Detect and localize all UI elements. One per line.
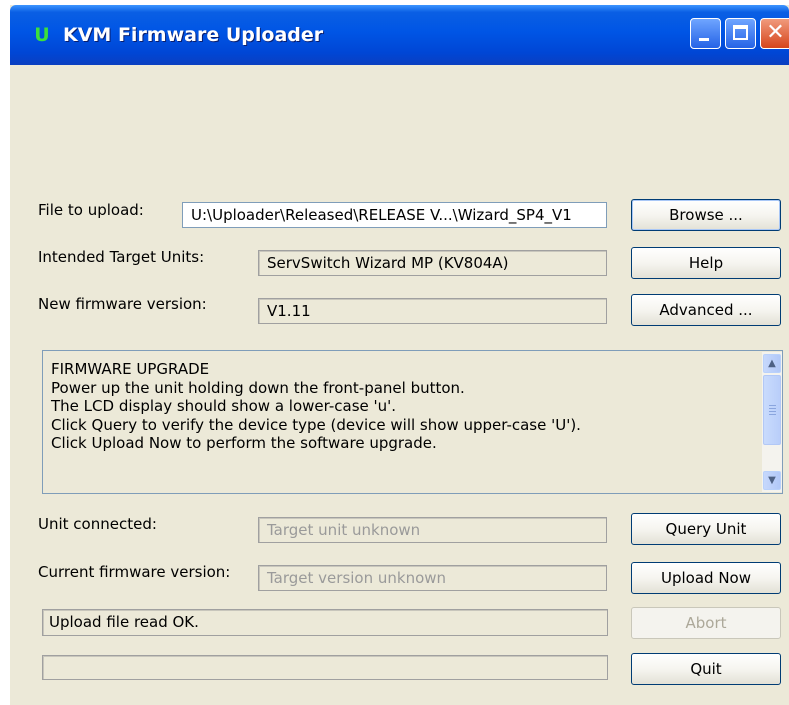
instructions-text: FIRMWARE UPGRADE Power up the unit holdi… <box>51 360 581 453</box>
instruction-line: Click Query to verify the device type (d… <box>51 415 581 434</box>
intended-target-units-label: Intended Target Units: <box>38 248 205 266</box>
close-icon: ✕ <box>766 20 785 45</box>
instruction-line: FIRMWARE UPGRADE <box>51 360 210 378</box>
close-button[interactable]: ✕ <box>760 18 789 49</box>
instructions-textbox[interactable]: FIRMWARE UPGRADE Power up the unit holdi… <box>42 350 783 494</box>
scroll-thumb[interactable] <box>763 375 781 445</box>
advanced-button[interactable]: Advanced ... <box>631 294 781 326</box>
grip-line <box>769 411 776 412</box>
maximize-icon <box>733 25 748 40</box>
vertical-scrollbar[interactable]: ▲ ▼ <box>762 352 782 492</box>
app-icon: U <box>34 24 50 46</box>
instruction-line: The LCD display should show a lower-case… <box>51 397 397 415</box>
chevron-up-icon: ▲ <box>768 358 776 369</box>
grip-line <box>769 414 776 415</box>
instruction-line: Power up the unit holding down the front… <box>51 378 465 397</box>
query-unit-button[interactable]: Query Unit <box>631 513 781 545</box>
minimize-icon <box>699 38 709 41</box>
chevron-down-icon: ▼ <box>768 475 776 486</box>
browse-button[interactable]: Browse ... <box>631 199 781 231</box>
maximize-button[interactable] <box>725 18 756 49</box>
title-bar[interactable]: U KVM Firmware Uploader ✕ <box>10 5 789 65</box>
minimize-button[interactable] <box>690 18 721 49</box>
grip-line <box>769 408 776 409</box>
quit-button[interactable]: Quit <box>631 653 781 685</box>
target-units-field: ServSwitch Wizard MP (KV804A) <box>258 250 607 276</box>
upload-now-button[interactable]: Upload Now <box>631 562 781 594</box>
firmware-uploader-window: U KVM Firmware Uploader ✕ File to upload… <box>10 5 789 705</box>
current-firmware-version-field: Target version unknown <box>258 565 607 591</box>
scroll-down-button[interactable]: ▼ <box>763 471 781 490</box>
window-title: KVM Firmware Uploader <box>63 24 324 46</box>
status-message: Upload file read OK. <box>42 609 608 636</box>
current-firmware-version-label: Current firmware version: <box>38 563 231 581</box>
new-firmware-version-label: New firmware version: <box>38 295 207 313</box>
scroll-up-button[interactable]: ▲ <box>763 354 781 373</box>
abort-button[interactable]: Abort <box>631 607 781 639</box>
instruction-line: Click Upload Now to perform the software… <box>51 434 437 452</box>
unit-connected-label: Unit connected: <box>38 515 157 533</box>
help-button[interactable]: Help <box>631 247 781 279</box>
unit-connected-field: Target unit unknown <box>258 517 607 543</box>
upload-progress-bar <box>42 655 608 680</box>
new-firmware-version-field: V1.11 <box>258 298 607 324</box>
grip-line <box>769 405 776 406</box>
file-to-upload-label: File to upload: <box>38 201 144 219</box>
file-path-input[interactable]: U:\Uploader\Released\RELEASE V...\Wizard… <box>182 202 607 228</box>
